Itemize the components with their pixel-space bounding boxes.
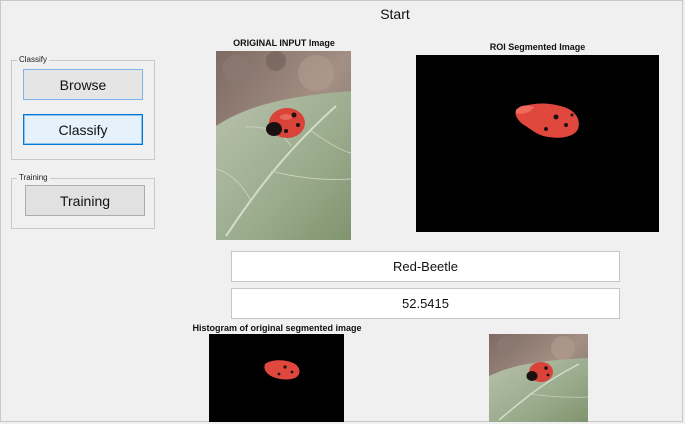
classify-button[interactable]: Classify xyxy=(23,114,143,145)
classify-panel-legend: Classify xyxy=(17,55,50,65)
browse-button[interactable]: Browse xyxy=(23,69,143,100)
class-result-field: Red-Beetle xyxy=(231,251,620,282)
original-image-title: ORIGINAL INPUT Image xyxy=(233,38,335,48)
training-panel-legend: Training xyxy=(17,173,50,183)
histogram-image-title: Histogram of original segmented image xyxy=(192,323,362,333)
original-thumbnail-image xyxy=(489,334,588,422)
window-title: Start xyxy=(380,6,410,22)
score-result-field: 52.5415 xyxy=(231,288,620,319)
histogram-segmented-image xyxy=(209,334,344,422)
roi-image-title: ROI Segmented Image xyxy=(489,42,586,52)
roi-segmented-image xyxy=(416,55,659,232)
original-input-image xyxy=(216,51,351,240)
training-button[interactable]: Training xyxy=(25,185,145,216)
